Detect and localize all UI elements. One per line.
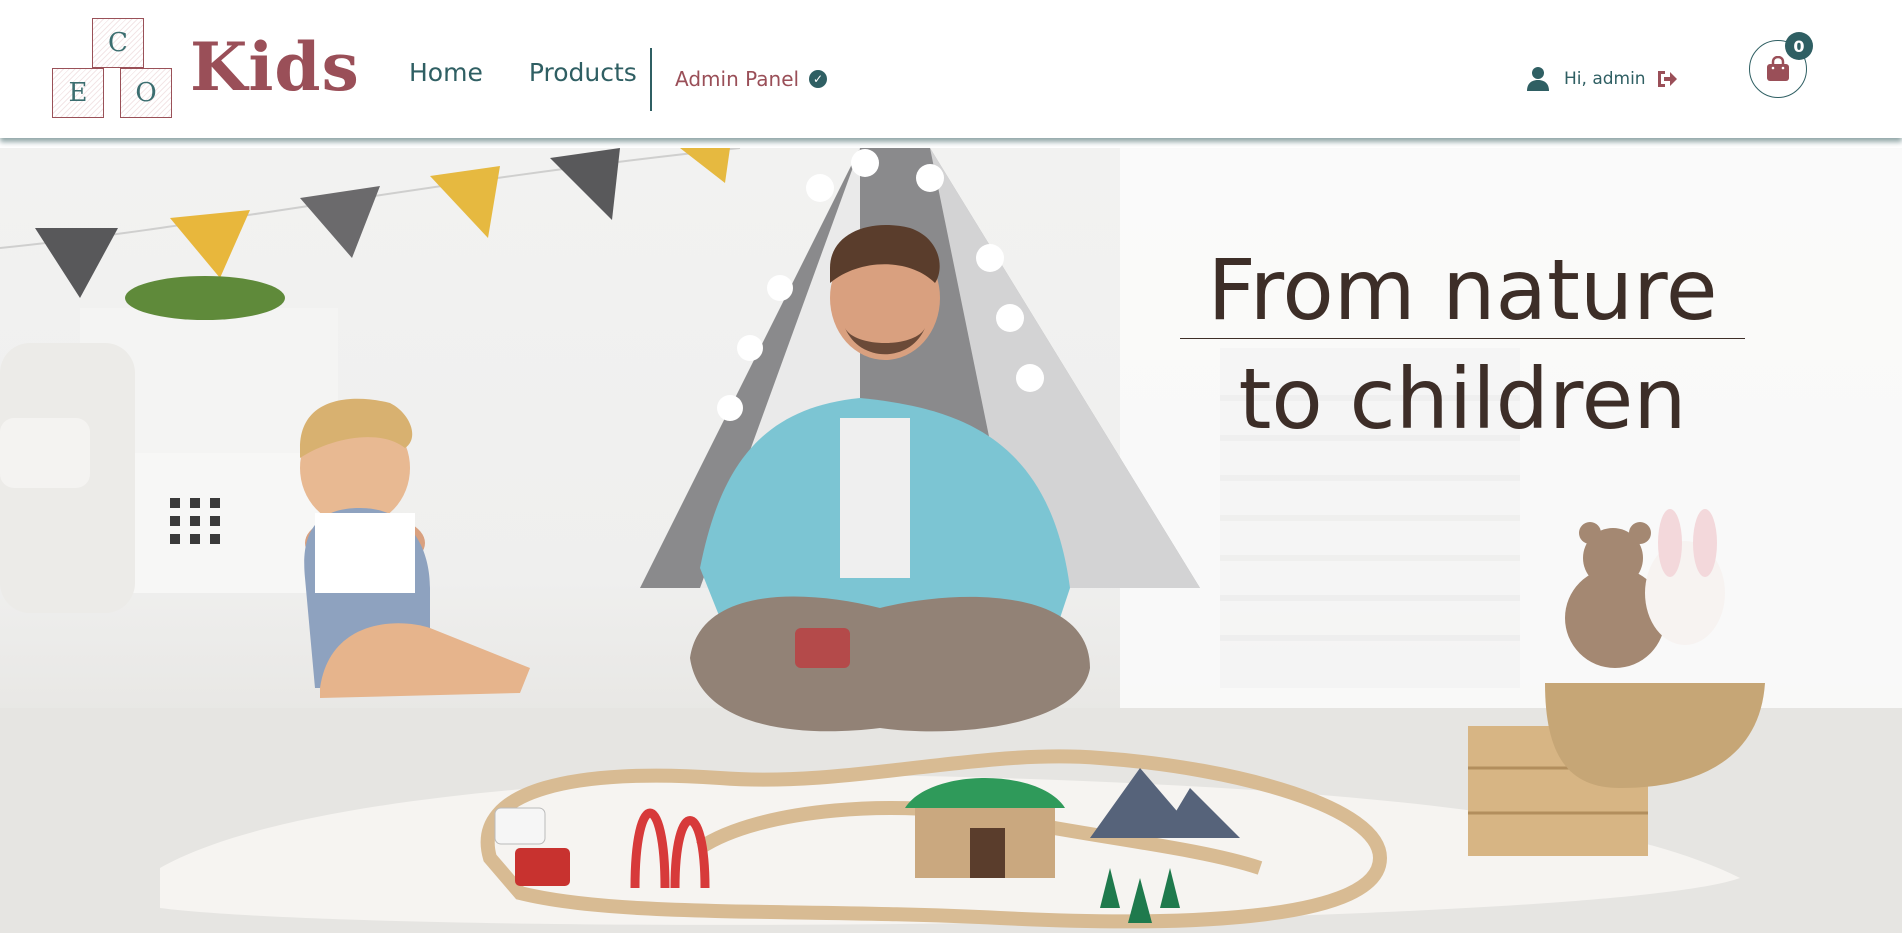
logo-block-e: E (52, 68, 104, 118)
nav-home[interactable]: Home (409, 60, 483, 85)
nav-admin-panel[interactable]: Admin Panel ✓ (675, 67, 828, 91)
father-figure (690, 224, 1090, 732)
logo-block-e-letter: E (68, 78, 88, 108)
logo-block-c-letter: C (108, 28, 128, 58)
site-header: C E O Kids Home Products Admin Panel ✓ H… (0, 0, 1902, 138)
armchair (0, 343, 135, 613)
toy-station (905, 778, 1065, 878)
cart-count-badge: 0 (1785, 32, 1813, 60)
check-circle-icon: ✓ (809, 70, 828, 88)
toy-train-white (494, 807, 546, 845)
hero-tagline: From nature to children (1180, 248, 1745, 441)
hero-banner: From nature to children (0, 148, 1902, 933)
child-figure (300, 398, 530, 698)
nav-divider (650, 48, 652, 111)
nav-products[interactable]: Products (529, 60, 637, 85)
user-greeting: Hi, admin (1564, 69, 1646, 89)
toy-train-red (515, 848, 570, 886)
logo-block-c: C (92, 18, 144, 68)
user-menu: Hi, admin (1526, 66, 1678, 92)
admin-panel-label: Admin Panel (675, 67, 800, 91)
main-nav: Home Products (409, 60, 683, 85)
logout-icon[interactable] (1656, 69, 1678, 89)
user-icon (1527, 67, 1549, 91)
shopping-bag-icon (1767, 56, 1789, 81)
bunting-flags (0, 148, 741, 298)
logo-block-o: O (120, 68, 172, 118)
hero-tagline-line1: From nature (1180, 248, 1745, 339)
logo-wordmark: Kids (190, 28, 360, 106)
brand-logo[interactable]: C E O Kids (50, 18, 359, 122)
hero-tagline-line2: to children (1238, 350, 1687, 448)
logo-block-o-letter: O (135, 78, 157, 108)
